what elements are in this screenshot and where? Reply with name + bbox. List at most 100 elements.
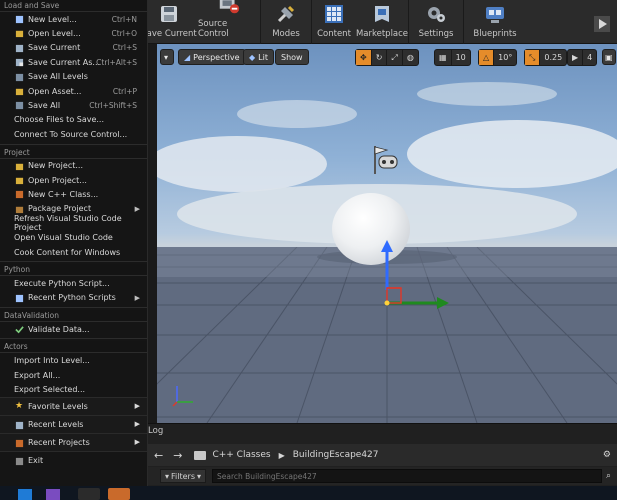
menu-item-recent-python-scripts[interactable]: Recent Python Scripts ▶ xyxy=(0,291,147,305)
level-viewport[interactable]: ▾ ◢ Perspective ◆ Lit Show ✥ ↻ ⤢ ◍ ▦ 10 xyxy=(157,44,617,423)
menu-item-exit[interactable]: Exit xyxy=(0,450,147,469)
filters-label: Filters xyxy=(171,471,195,481)
menu-item-favorite-levels[interactable]: ★ Favorite Levels ▶ xyxy=(0,396,147,415)
menu-item-export-selected[interactable]: Export Selected... xyxy=(0,382,147,396)
save-as-icon xyxy=(15,59,24,67)
forward-arrow-icon[interactable]: → xyxy=(173,449,182,462)
back-arrow-icon[interactable]: ← xyxy=(154,449,163,462)
world-local-icon[interactable]: ◍ xyxy=(403,50,418,65)
grid-snap-value[interactable]: 10 xyxy=(452,50,470,65)
path-separator-icon: ▶ xyxy=(278,450,285,460)
translate-tool-icon[interactable]: ✥ xyxy=(356,50,372,65)
blueprints-icon xyxy=(483,2,507,26)
scale-snap-value[interactable]: 0.25 xyxy=(540,50,566,65)
rotation-snap-toggle-icon[interactable]: △ xyxy=(479,50,495,65)
menu-item-choose-files-to-save[interactable]: Choose Files to Save... xyxy=(0,113,147,127)
menu-item-save-all[interactable]: Save All Ctrl+Shift+S xyxy=(0,98,147,112)
scale-tool-icon[interactable]: ⤢ xyxy=(387,50,403,65)
section-header-datavalidation: DataValidation xyxy=(0,310,147,323)
menu-item-save-all-levels[interactable]: Save All Levels xyxy=(0,70,147,84)
player-start-icon[interactable] xyxy=(371,144,401,180)
vscode-taskbar-icon[interactable] xyxy=(18,489,32,500)
save-all-icon xyxy=(15,102,24,110)
menu-item-refresh-vscode-project[interactable]: Refresh Visual Studio Code Project xyxy=(0,214,147,232)
unreal-editor-window: Save Current Source Control Modes Conten… xyxy=(0,0,617,500)
menu-item-open-vscode[interactable]: Open Visual Studio Code xyxy=(0,230,147,244)
submenu-arrow-icon: ▶ xyxy=(134,438,140,447)
source-control-label: Source Control xyxy=(198,19,229,39)
recent-projects-icon xyxy=(15,439,24,447)
menu-item-open-level[interactable]: Open Level... Ctrl+O xyxy=(0,26,147,40)
menu-item-execute-python-script[interactable]: Execute Python Script... xyxy=(0,276,147,290)
save-current-button[interactable]: Save Current xyxy=(140,0,198,44)
viewport-options-button[interactable]: ▾ xyxy=(160,49,174,65)
path-segment-project[interactable]: BuildingEscape427 xyxy=(293,450,379,460)
menu-item-validate-data[interactable]: Validate Data... xyxy=(0,322,147,336)
save-icon xyxy=(157,2,181,26)
submenu-arrow-icon: ▶ xyxy=(134,293,140,302)
content-filter-bar: ▾ Filters ▾ ⌕ xyxy=(140,467,617,485)
menu-item-open-asset[interactable]: Open Asset... Ctrl+P xyxy=(0,84,147,98)
settings-icon[interactable]: ⚙ xyxy=(603,450,611,460)
menu-item-recent-projects[interactable]: Recent Projects ▶ xyxy=(0,432,147,451)
menu-item-save-current-as[interactable]: Save Current As... Ctrl+Alt+S xyxy=(0,55,147,69)
perspective-icon: ◢ xyxy=(184,52,191,62)
content-search-input[interactable] xyxy=(212,469,603,483)
menu-item-new-level[interactable]: New Level... Ctrl+N xyxy=(0,12,147,26)
menu-item-open-project[interactable]: Open Project... xyxy=(0,173,147,187)
show-button[interactable]: Show xyxy=(275,49,309,65)
play-icon xyxy=(590,12,614,36)
menu-item-cook-content[interactable]: Cook Content for Windows xyxy=(0,245,147,259)
menu-item-new-cpp-class[interactable]: New C++ Class... xyxy=(0,187,147,201)
save-current-label: Save Current xyxy=(141,29,197,39)
lit-label: Lit xyxy=(258,52,268,62)
exit-icon xyxy=(15,457,24,465)
perspective-button[interactable]: ◢ Perspective xyxy=(178,49,246,65)
rotation-snap-value[interactable]: 10° xyxy=(494,50,516,65)
submenu-arrow-icon: ▶ xyxy=(134,402,140,411)
rotate-tool-icon[interactable]: ↻ xyxy=(372,50,388,65)
blueprints-button[interactable]: Blueprints xyxy=(464,0,526,44)
dropdown-arrow-icon: ▾ xyxy=(165,471,170,481)
menu-item-new-project[interactable]: New Project... xyxy=(0,159,147,173)
unreal-taskbar-icon[interactable] xyxy=(78,488,100,500)
package-icon xyxy=(15,206,24,213)
camera-speed-icon[interactable]: ▶ xyxy=(568,50,584,65)
marketplace-button[interactable]: Marketplace xyxy=(356,0,408,44)
menu-item-save-current[interactable]: Save Current Ctrl+S xyxy=(0,41,147,55)
menu-item-connect-source-control[interactable]: Connect To Source Control... xyxy=(0,127,147,141)
grid-snap-group: ▦ 10 xyxy=(434,49,471,66)
content-button[interactable]: Content xyxy=(312,0,356,44)
gear-icon xyxy=(424,2,448,26)
maximize-viewport-button[interactable]: ▣ xyxy=(602,49,616,65)
save-icon xyxy=(15,44,24,52)
recent-scripts-icon xyxy=(15,294,24,302)
section-header-project: Project xyxy=(0,146,147,159)
menu-item-export-all[interactable]: Export All... xyxy=(0,368,147,382)
source-control-icon xyxy=(217,0,241,16)
scale-snap-toggle-icon[interactable]: ⤡ xyxy=(525,50,541,65)
transform-gizmo[interactable] xyxy=(377,240,457,310)
new-project-icon xyxy=(15,163,24,170)
camera-speed-value[interactable]: 4 xyxy=(583,50,596,65)
menu-item-import-into-level[interactable]: Import Into Level... xyxy=(0,353,147,367)
play-button[interactable] xyxy=(587,0,617,44)
filters-button[interactable]: ▾ Filters ▾ xyxy=(160,469,207,483)
settings-button[interactable]: Settings xyxy=(409,0,463,44)
visual-studio-taskbar-icon[interactable] xyxy=(46,489,60,500)
content-grid-icon xyxy=(322,2,346,26)
grid-snap-toggle-icon[interactable]: ▦ xyxy=(435,50,452,65)
source-control-button[interactable]: Source Control xyxy=(198,0,260,44)
open-project-icon xyxy=(15,177,24,185)
section-header-load-save: Load and Save xyxy=(0,0,147,12)
section-header-actors: Actors xyxy=(0,341,147,354)
validate-icon xyxy=(15,326,24,334)
modes-button[interactable]: Modes xyxy=(261,0,311,44)
path-segment-cpp-classes[interactable]: C++ Classes xyxy=(212,450,270,460)
menu-item-recent-levels[interactable]: Recent Levels ▶ xyxy=(0,414,147,433)
section-header-python: Python xyxy=(0,264,147,277)
app-taskbar-icon[interactable] xyxy=(108,488,130,500)
save-all-levels-icon xyxy=(15,73,24,81)
lit-button[interactable]: ◆ Lit xyxy=(243,49,274,65)
search-icon[interactable]: ⌕ xyxy=(606,471,611,481)
